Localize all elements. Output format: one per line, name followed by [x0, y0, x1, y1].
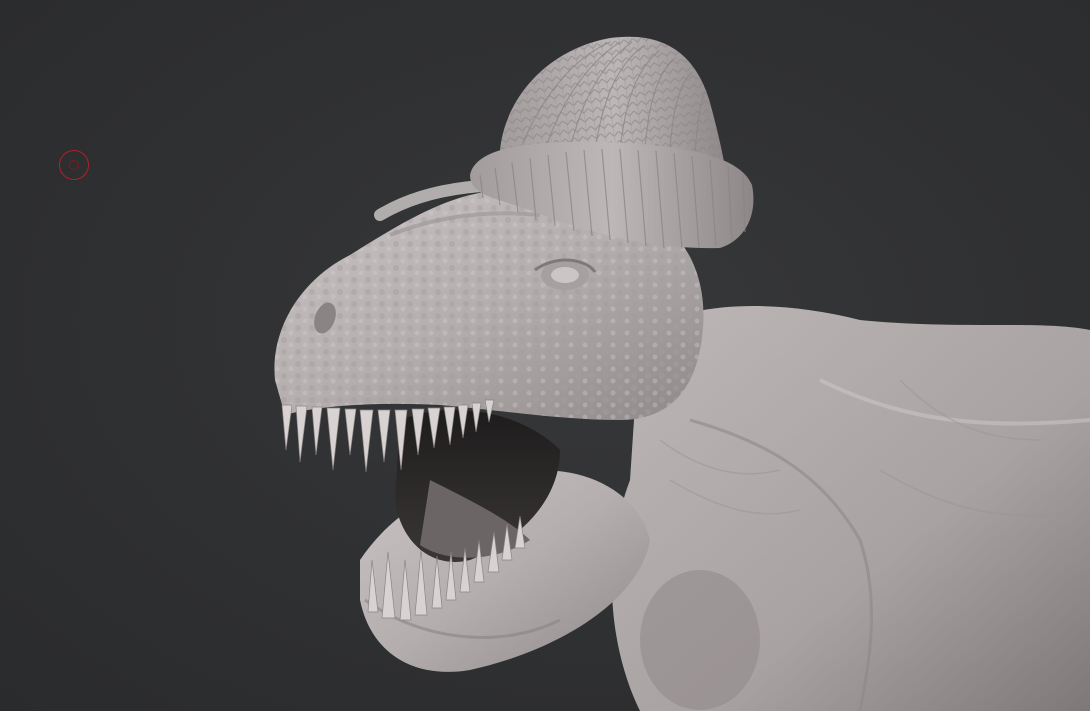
trex-model[interactable] [0, 0, 1090, 711]
sculpt-viewport[interactable] [0, 0, 1090, 711]
